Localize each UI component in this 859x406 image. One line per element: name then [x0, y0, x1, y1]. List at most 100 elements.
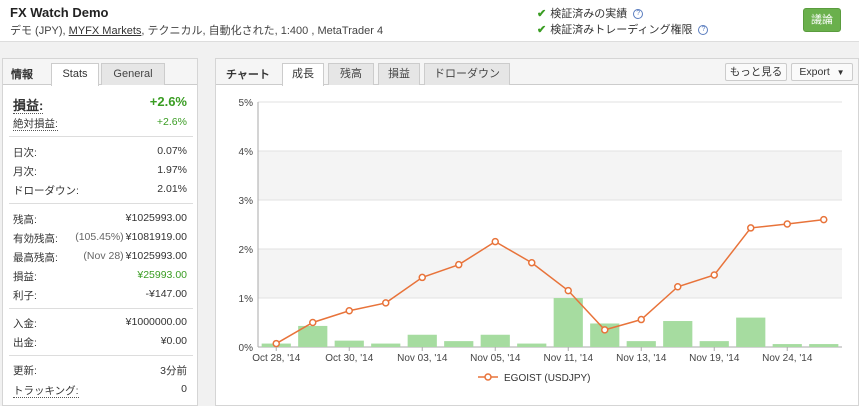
growth-chart: 0% 1% 2% 3% 4% 5% Oct 28, '14 Oct 30, '14 Nov 0…	[239, 98, 842, 384]
account-subtitle: デモ (JPY), MYFX Markets, テクニカル, 自動化された, 1…	[10, 22, 383, 38]
y-tick-label: 3%	[239, 196, 254, 207]
y-tick-label: 5%	[239, 98, 254, 109]
stat-highest-value: ¥1025993.00	[125, 250, 187, 262]
chart-y-axis: 0% 1% 2% 3% 4% 5%	[239, 98, 254, 354]
stat-profit-value: ¥25993.00	[137, 269, 187, 281]
info-panel-title: 情報	[11, 69, 33, 81]
info-panel: 情報 Stats General 損益: +2.6% 絶対損益: +2.6% 日…	[2, 58, 198, 406]
stat-interest-label: 利子:	[13, 290, 37, 302]
stat-equity-label: 有効残高:	[13, 233, 58, 245]
data-point	[601, 326, 609, 334]
x-tick-label: Nov 13, '14	[616, 353, 667, 364]
stat-gain-value: +2.6%	[149, 94, 187, 109]
data-point	[564, 286, 572, 295]
grid-band	[258, 151, 842, 200]
bar	[663, 321, 693, 347]
stat-profit: 損益: ¥25993.00	[13, 269, 187, 284]
stat-gain-label[interactable]: 損益:	[13, 98, 44, 114]
stat-equity-note: (105.45%)	[75, 231, 124, 243]
stat-balance-value: ¥1025993.00	[125, 212, 187, 224]
stat-withdrawals-label: 出金:	[13, 337, 37, 349]
bar	[407, 334, 437, 347]
stat-equity: 有効残高: (105.45%) ¥1081919.00	[13, 231, 187, 246]
x-tick-label: Nov 24, '14	[762, 353, 813, 364]
chart-bars	[261, 298, 839, 347]
bar	[699, 341, 729, 347]
data-point	[747, 224, 755, 232]
stat-deposits: 入金: ¥1000000.00	[13, 316, 187, 331]
data-point	[382, 299, 390, 307]
discuss-button[interactable]: 議論	[803, 8, 841, 32]
broker-link[interactable]: MYFX Markets	[69, 25, 142, 37]
divider	[9, 203, 193, 204]
stat-withdrawals-value: ¥0.00	[160, 335, 187, 347]
info-tabbar: 情報 Stats General	[3, 59, 197, 86]
stat-daily-value: 0.07%	[157, 145, 187, 157]
stat-abs-gain-value: +2.6%	[156, 116, 187, 128]
account-title: FX Watch Demo	[10, 5, 109, 20]
divider	[9, 355, 193, 356]
grid-band	[258, 249, 842, 298]
stat-monthly: 月次: 1.97%	[13, 164, 187, 179]
stat-balance: 残高: ¥1025993.00	[13, 212, 187, 227]
x-tick-label: Oct 28, '14	[252, 353, 300, 364]
verified-trading-privileges: ✔ 検証済みトレーディング権限?	[537, 21, 709, 37]
bar	[553, 298, 583, 347]
stat-updated-value: 3分前	[160, 365, 187, 377]
stat-withdrawals: 出金: ¥0.00	[13, 335, 187, 350]
data-point	[710, 271, 718, 279]
bar	[736, 317, 766, 347]
tab-general[interactable]: General	[101, 63, 165, 85]
x-tick-label: Nov 11, '14	[543, 353, 593, 364]
data-point	[783, 220, 791, 228]
stat-abs-gain: 絶対損益: +2.6%	[13, 116, 187, 131]
bar	[626, 341, 656, 347]
verified-trading-privileges-label: 検証済みトレーディング権限	[550, 24, 693, 36]
verified-track-record: ✔ 検証済みの実績?	[537, 5, 644, 21]
bar	[809, 344, 839, 347]
chart-legend[interactable]: EGOIST (USDJPY)	[478, 373, 591, 384]
account-type: デモ (JPY),	[10, 25, 69, 37]
stat-abs-gain-label[interactable]: 絶対損益:	[13, 118, 58, 131]
stat-deposits-label: 入金:	[13, 318, 37, 330]
tab-stats[interactable]: Stats	[51, 63, 99, 86]
help-icon[interactable]: ?	[633, 9, 644, 20]
data-point	[309, 318, 317, 327]
x-tick-label: Nov 19, '14	[689, 353, 740, 364]
account-details: , テクニカル, 自動化された, 1:400 , MetaTrader 4	[141, 25, 384, 37]
checkmark-icon: ✔	[537, 8, 547, 20]
y-tick-label: 1%	[239, 294, 254, 305]
checkmark-icon: ✔	[537, 24, 547, 36]
bar	[772, 344, 802, 347]
verified-track-record-label: 検証済みの実績	[550, 8, 628, 20]
stat-tracking-value: 0	[181, 383, 187, 395]
help-icon[interactable]: ?	[698, 25, 709, 36]
account-header: FX Watch Demo デモ (JPY), MYFX Markets, テク…	[0, 0, 859, 42]
data-point	[455, 260, 463, 269]
stat-highest-note: (Nov 28)	[83, 250, 124, 262]
y-tick-label: 0%	[239, 343, 254, 354]
stat-drawdown: ドローダウン: 2.01%	[13, 183, 187, 198]
stat-updated: 更新: 3分前	[13, 363, 187, 378]
stat-equity-value: ¥1081919.00	[125, 231, 187, 243]
data-point	[272, 339, 280, 348]
data-point	[674, 282, 682, 291]
y-tick-label: 2%	[239, 245, 254, 256]
stat-tracking-label[interactable]: トラッキング:	[13, 385, 79, 398]
stat-profit-label: 損益:	[13, 271, 37, 283]
data-point	[418, 273, 426, 282]
stat-highest-label: 最高残高:	[13, 252, 58, 264]
bar	[371, 343, 401, 347]
stat-interest: 利子: -¥147.00	[13, 288, 187, 303]
bar	[334, 340, 364, 347]
stat-drawdown-label: ドローダウン:	[13, 185, 79, 197]
bar	[480, 334, 510, 347]
stat-monthly-label: 月次:	[13, 166, 37, 178]
data-point	[820, 215, 828, 224]
data-point	[637, 315, 645, 324]
legend-marker-icon	[484, 373, 492, 381]
stat-daily: 日次: 0.07%	[13, 145, 187, 160]
data-point	[528, 258, 536, 267]
stat-drawdown-value: 2.01%	[157, 183, 187, 195]
x-tick-label: Oct 30, '14	[325, 353, 373, 364]
